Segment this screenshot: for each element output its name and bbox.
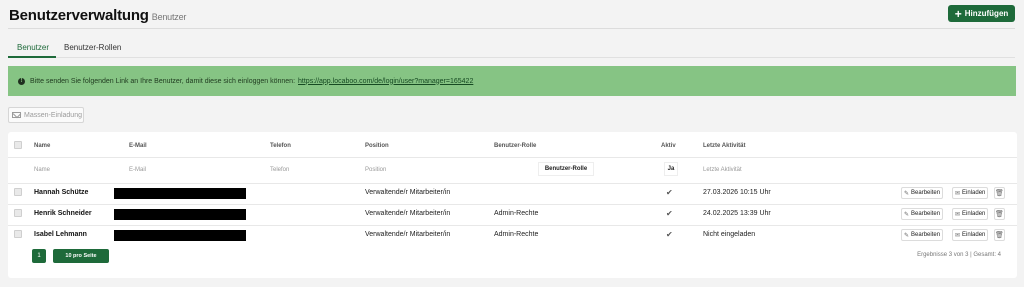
per-page-select[interactable]: 10 pro Seite <box>53 249 109 263</box>
divider <box>8 225 1017 226</box>
redacted-email <box>114 188 246 199</box>
edit-button[interactable]: ✎ Bearbeiten <box>901 187 944 199</box>
trash-icon: 🗑 <box>995 232 1004 239</box>
envelope-icon: ✉ <box>955 190 961 197</box>
envelope-icon: ✉ <box>955 232 961 239</box>
user-name: Hannah Schütze <box>34 189 89 196</box>
invite-button[interactable]: ✉ Einladen <box>952 187 989 199</box>
user-name: Henrik Schneider <box>34 210 92 217</box>
row-checkbox[interactable] <box>14 188 22 196</box>
edit-button-label: Bearbeiten <box>911 211 941 217</box>
invite-button-label: Einladen <box>962 232 986 238</box>
user-role: Admin-Rechte <box>494 210 539 217</box>
trash-icon: 🗑 <box>995 190 1004 197</box>
results-summary: Ergebnisse 3 von 3 | Gesamt: 4 <box>917 252 1001 258</box>
filter-phone-input[interactable]: Telefon <box>270 167 289 173</box>
column-header-role[interactable]: Benutzer-Rolle <box>494 143 536 149</box>
tab-bar: Benutzer Benutzer-Rollen <box>8 37 1015 58</box>
filter-active-select[interactable]: Ja <box>664 162 678 176</box>
column-header-name[interactable]: Name <box>34 143 50 149</box>
column-header-position[interactable]: Position <box>365 143 389 149</box>
alert-message: Bitte senden Sie folgenden Link an Ihre … <box>30 77 296 85</box>
mass-invite-button[interactable]: Massen-Einladung <box>8 107 84 123</box>
divider <box>8 183 1017 184</box>
tab-users[interactable]: Benutzer <box>17 43 49 52</box>
user-role: Admin-Rechte <box>494 231 539 238</box>
edit-icon: ✎ <box>904 190 910 197</box>
divider <box>8 204 1017 205</box>
edit-icon: ✎ <box>904 232 910 239</box>
invite-button-label: Einladen <box>962 190 986 196</box>
add-user-button[interactable]: + Hinzufügen <box>948 5 1015 22</box>
filter-last-activity-input[interactable]: Letzte Aktivität <box>703 167 742 173</box>
user-last-activity: 24.02.2025 13:39 Uhr <box>703 210 771 217</box>
column-header-active[interactable]: Aktiv <box>661 143 676 149</box>
user-position: Verwaltende/r Mitarbeiter/in <box>365 189 451 196</box>
filter-email-input[interactable]: E-Mail <box>129 167 146 173</box>
redacted-email <box>114 230 246 241</box>
invite-button[interactable]: ✉ Einladen <box>952 229 989 241</box>
invite-button-label: Einladen <box>962 211 986 217</box>
page-title: Benutzerverwaltung Benutzer <box>9 7 187 24</box>
active-check-icon: ✔ <box>666 209 673 218</box>
select-all-checkbox[interactable] <box>14 141 22 149</box>
edit-icon: ✎ <box>904 211 910 218</box>
page-subtitle: Benutzer <box>151 12 187 22</box>
edit-button[interactable]: ✎ Bearbeiten <box>901 208 944 220</box>
add-user-label: Hinzufügen <box>964 9 1009 18</box>
row-checkbox[interactable] <box>14 209 22 217</box>
row-checkbox[interactable] <box>14 230 22 238</box>
delete-button[interactable]: 🗑 <box>994 187 1005 199</box>
page-1-button[interactable]: 1 <box>32 249 46 263</box>
column-header-phone[interactable]: Telefon <box>270 143 291 149</box>
divider <box>8 157 1017 158</box>
plus-icon: + <box>954 6 962 21</box>
active-check-icon: ✔ <box>666 188 673 197</box>
user-position: Verwaltende/r Mitarbeiter/in <box>365 231 451 238</box>
invite-button[interactable]: ✉ Einladen <box>952 208 989 220</box>
edit-button[interactable]: ✎ Bearbeiten <box>901 229 944 241</box>
filter-position-input[interactable]: Position <box>365 167 386 173</box>
info-alert: ! Bitte senden Sie folgenden Link an Ihr… <box>8 66 1016 96</box>
info-icon: ! <box>18 77 25 85</box>
user-last-activity: Nicht eingeladen <box>703 231 756 238</box>
envelope-icon: ✉ <box>955 211 961 218</box>
envelope-icon <box>12 112 21 118</box>
mass-invite-label: Massen-Einladung <box>24 111 82 119</box>
edit-button-label: Bearbeiten <box>911 190 941 196</box>
users-table-card: Name E-Mail Telefon Position Benutzer-Ro… <box>8 132 1017 278</box>
filter-role-select[interactable]: Benutzer-Rolle <box>538 162 594 176</box>
user-last-activity: 27.03.2026 10:15 Uhr <box>703 189 771 196</box>
page-header: Benutzerverwaltung Benutzer + Hinzufügen <box>8 5 1015 29</box>
user-name: Isabel Lehmann <box>34 231 87 238</box>
tab-user-roles[interactable]: Benutzer-Rollen <box>64 43 121 52</box>
user-position: Verwaltende/r Mitarbeiter/in <box>365 210 451 217</box>
filter-name-input[interactable]: Name <box>34 167 50 173</box>
active-tab-indicator <box>8 56 56 58</box>
redacted-email <box>114 209 246 220</box>
active-check-icon: ✔ <box>666 230 673 239</box>
column-header-last-activity[interactable]: Letzte Aktivität <box>703 143 745 149</box>
edit-button-label: Bearbeiten <box>911 232 941 238</box>
delete-button[interactable]: 🗑 <box>994 208 1005 220</box>
trash-icon: 🗑 <box>995 211 1004 218</box>
login-link[interactable]: https://app.locaboo.com/de/login/user?ma… <box>298 78 473 85</box>
column-header-email[interactable]: E-Mail <box>129 143 147 149</box>
delete-button[interactable]: 🗑 <box>994 229 1005 241</box>
